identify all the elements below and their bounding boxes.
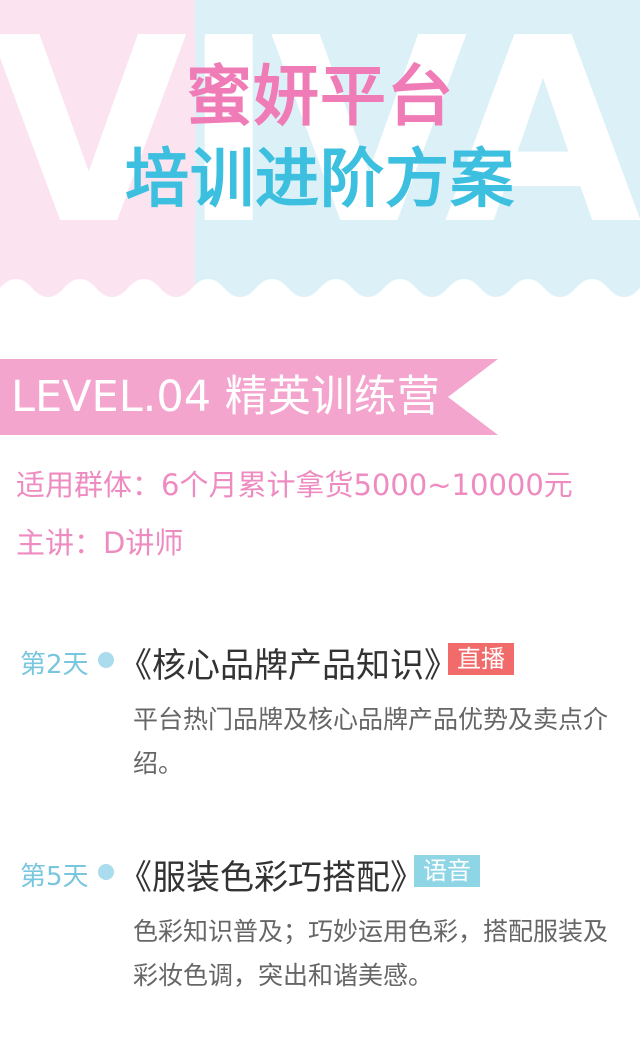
wave-divider — [0, 279, 640, 310]
level-banner: LEVEL.04 精英训练营 — [0, 359, 500, 435]
voice-badge: 语音 — [414, 855, 480, 887]
course-day-label: 第2天 — [20, 650, 89, 680]
course-description: 平台热门品牌及核心品牌产品优势及卖点介绍。 — [133, 705, 609, 778]
page-subtitle: 培训进阶方案 — [125, 143, 515, 217]
course-day-label: 第5天 — [20, 862, 89, 892]
timeline-dot — [98, 864, 114, 880]
lecturer-info: 主讲：D讲师 — [16, 526, 184, 560]
course-title: 《核心品牌产品知识》 — [118, 646, 458, 686]
header-banner: VIVAN 蜜妍平台 培训进阶方案 — [0, 0, 640, 310]
course-description: 色彩知识普及；巧妙运用色彩，搭配服装及彩妆色调，突出和谐美感。 — [133, 917, 609, 990]
timeline-dot — [98, 652, 114, 668]
course-title: 《服装色彩巧搭配》 — [118, 858, 424, 898]
audience-info: 适用群体：6个月累计拿货5000~10000元 — [16, 468, 573, 502]
live-badge: 直播 — [448, 643, 514, 675]
level-label: LEVEL.04 精英训练营 — [11, 372, 440, 422]
page-title: 蜜妍平台 — [186, 58, 454, 135]
